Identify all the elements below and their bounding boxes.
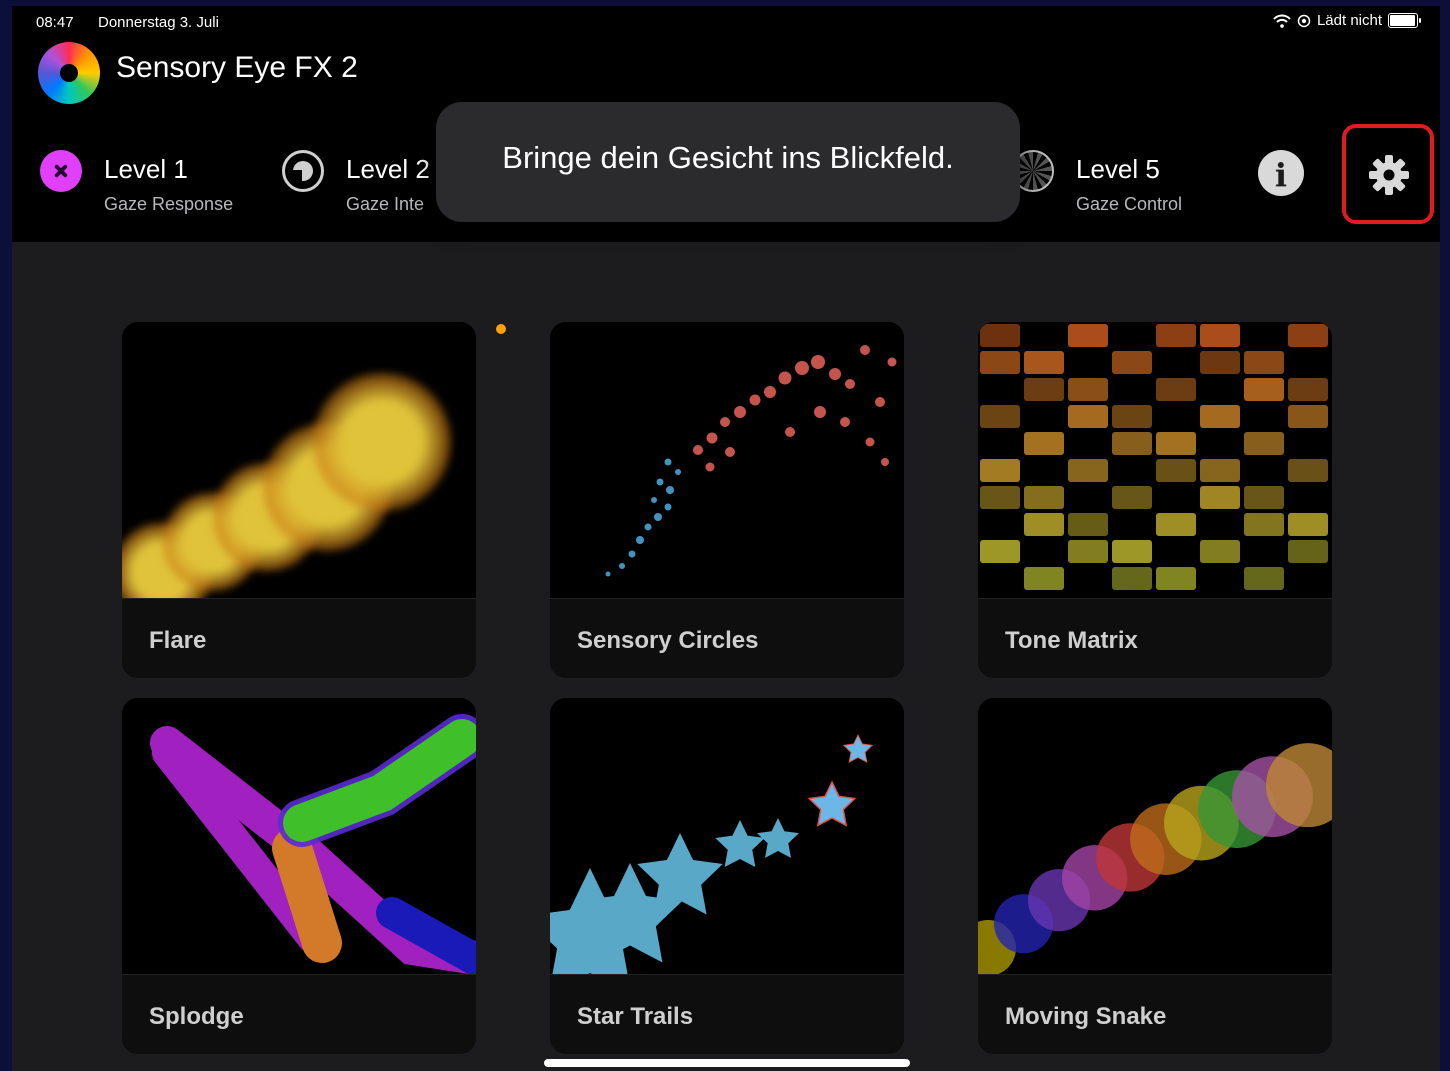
charging-status: Lädt nicht bbox=[1316, 12, 1382, 29]
close-circle-icon bbox=[40, 150, 82, 192]
activity-title: Star Trails bbox=[577, 1003, 694, 1030]
level-subtitle: Gaze Response bbox=[104, 194, 234, 214]
gear-icon bbox=[1369, 155, 1409, 195]
sensory-circles-preview bbox=[550, 322, 904, 598]
activity-title: Tone Matrix bbox=[1005, 627, 1138, 654]
target-icon bbox=[282, 150, 324, 192]
info-icon: i bbox=[1274, 156, 1288, 194]
activity-tile-splodge[interactable]: Splodge bbox=[122, 698, 476, 1054]
face-detection-toast: Bringe dein Gesicht ins Blickfeld. bbox=[436, 102, 1020, 222]
app-title: Sensory Eye FX 2 bbox=[116, 51, 358, 84]
activity-tile-tone-matrix[interactable]: Tone Matrix bbox=[978, 322, 1332, 678]
settings-button[interactable] bbox=[1342, 124, 1434, 224]
moving-snake-preview bbox=[978, 698, 1332, 974]
status-time: 08:47 bbox=[36, 14, 74, 31]
gaze-indicator-dot bbox=[496, 324, 506, 334]
info-button[interactable]: i bbox=[1258, 150, 1304, 196]
level-2-tab[interactable]: Level 2 Gaze Inte bbox=[282, 146, 452, 226]
level-5-tab[interactable]: Level 5 Gaze Control bbox=[1012, 146, 1232, 226]
activity-title: Moving Snake bbox=[1005, 1003, 1167, 1030]
flare-preview bbox=[122, 322, 476, 598]
home-indicator[interactable] bbox=[544, 1059, 910, 1067]
level-subtitle: Gaze Inte bbox=[346, 194, 425, 214]
splodge-preview bbox=[122, 698, 476, 974]
toast-message: Bringe dein Gesicht ins Blickfeld. bbox=[502, 140, 954, 175]
battery-icon bbox=[1388, 13, 1421, 28]
activity-tile-star-trails[interactable]: Star Trails bbox=[550, 698, 904, 1054]
activity-title: Flare bbox=[149, 627, 207, 654]
ipad-screen: 08:47 Donnerstag 3. Juli Lädt nicht Sens… bbox=[12, 6, 1440, 1071]
status-date: Donnerstag 3. Juli bbox=[98, 14, 219, 31]
activity-title: Sensory Circles bbox=[577, 627, 759, 654]
level-title: Level 2 bbox=[346, 154, 430, 184]
activity-tile-sensory-circles[interactable]: Sensory Circles bbox=[550, 322, 904, 678]
location-icon bbox=[1297, 14, 1311, 27]
tone-matrix-preview bbox=[978, 322, 1332, 598]
activity-title: Splodge bbox=[149, 1003, 244, 1030]
app-logo bbox=[38, 42, 100, 104]
level-title: Level 1 bbox=[104, 154, 188, 184]
level-subtitle: Gaze Control bbox=[1076, 194, 1183, 214]
level-title: Level 5 bbox=[1076, 154, 1160, 184]
wifi-icon bbox=[1273, 14, 1291, 28]
activity-tile-moving-snake[interactable]: Moving Snake bbox=[978, 698, 1332, 1054]
status-indicators: Lädt nicht bbox=[1273, 12, 1421, 29]
activity-tile-flare[interactable]: Flare bbox=[122, 322, 476, 678]
star-trails-preview bbox=[550, 698, 904, 974]
level-1-tab[interactable]: Level 1 Gaze Response bbox=[40, 146, 280, 226]
